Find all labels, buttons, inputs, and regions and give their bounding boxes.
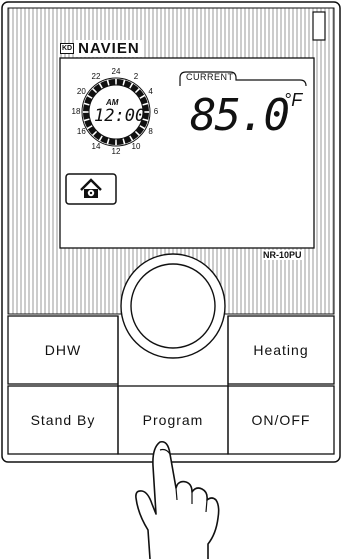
clock-time: 12:00 (94, 106, 146, 126)
dial-number: 2 (133, 72, 139, 82)
heating-button[interactable]: Heating (229, 317, 333, 383)
brand-name: NAVIEN (76, 40, 142, 57)
thermostat-diagram: KD NAVIEN 22 24 2 4 6 8 10 12 14 16 18 20 AM 12:00 … (0, 0, 344, 559)
temperature-unit: °F (284, 90, 303, 110)
dial-number: 6 (153, 107, 159, 116)
dial-number: 10 (131, 141, 141, 151)
dial-number: 8 (148, 127, 153, 136)
dial-number: 4 (148, 87, 153, 96)
brand-badge: KD (60, 43, 75, 54)
rotary-dial-inner[interactable] (130, 263, 216, 349)
dial-number: 14 (91, 141, 101, 151)
current-label: CURRENT (186, 72, 234, 82)
status-led (312, 11, 326, 41)
dial-number: 22 (91, 72, 101, 82)
standby-button[interactable]: Stand By (9, 387, 117, 453)
dial-number: 18 (71, 107, 81, 116)
model-label: NR-10PU (262, 250, 303, 260)
dhw-button[interactable]: DHW (9, 317, 117, 383)
pointing-hand-icon (135, 440, 220, 559)
dial-number: 12 (111, 147, 121, 156)
dial-number: 16 (76, 127, 86, 136)
dial-number: 20 (76, 87, 86, 96)
brand-logo: KD NAVIEN (60, 40, 142, 57)
temperature-readout: 85.0 (190, 90, 290, 141)
dial-number: 24 (111, 67, 121, 76)
onoff-button[interactable]: ON/OFF (229, 387, 333, 453)
